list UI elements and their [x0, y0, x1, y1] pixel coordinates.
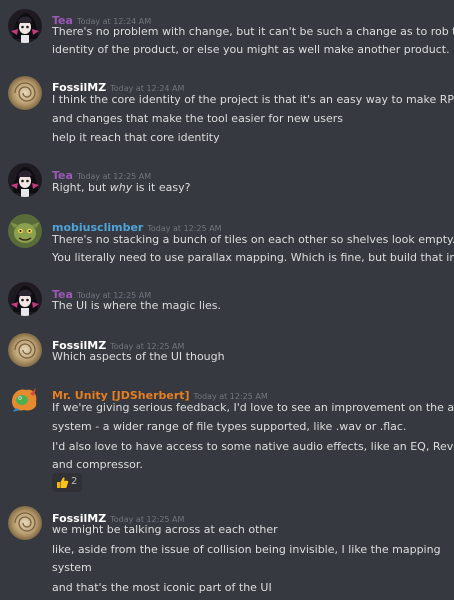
avatar[interactable] [8, 9, 42, 43]
avatar[interactable] [8, 76, 42, 110]
chat-messages: Tea Today at 12:24 AM There's no problem … [0, 0, 454, 600]
message-text: help it reach that core identity [52, 131, 220, 144]
message-text: system [52, 561, 92, 574]
message-text: and that's the most iconic part of the U… [52, 581, 272, 594]
message-header: FossilMZ Today at 12:25 AM [52, 507, 184, 525]
message-text: If we're giving serious feedback, I'd lo… [52, 401, 454, 414]
avatar[interactable] [8, 282, 42, 316]
message-text: identity of the product, or else you mig… [52, 43, 450, 56]
message-text: I'd also love to have access to some nat… [52, 440, 454, 453]
tea-avatar-icon [8, 163, 42, 197]
avatar[interactable] [8, 163, 42, 197]
tea-avatar-icon [8, 9, 42, 43]
message-header: Tea Today at 12:24 AM [52, 9, 151, 27]
message-text: system - a wider range of file types sup… [52, 420, 407, 433]
message-text: There's no stacking a bunch of tiles on … [52, 233, 454, 246]
tea-avatar-icon [8, 282, 42, 316]
timestamp: Today at 12:25 AM [76, 172, 152, 181]
message-text: Which aspects of the UI though [52, 350, 225, 363]
avatar[interactable] [8, 333, 42, 367]
thumbs-up-icon [56, 476, 69, 492]
message-text: There's no problem with change, but it c… [52, 25, 454, 38]
message-text: The UI is where the magic lies. [52, 299, 222, 312]
text-segment: is it easy? [132, 181, 191, 194]
fossil-avatar-icon [8, 76, 42, 110]
italic-text: why [109, 181, 133, 194]
message-text: and compressor. [52, 458, 143, 471]
avatar[interactable] [8, 506, 42, 540]
fossil-avatar-icon [8, 506, 42, 540]
text-segment: Right, but [52, 181, 110, 194]
message-text: You literally need to use parallax mappi… [52, 251, 454, 264]
timestamp: Today at 12:25 AM [147, 224, 222, 233]
message-text: we might be talking across at each other [52, 523, 278, 536]
reaction-thumbs-up[interactable]: 2 [52, 473, 82, 492]
message-text: and changes that make the tool easier fo… [52, 112, 343, 125]
fossil-avatar-icon [8, 333, 42, 367]
message-header: FossilMZ Today at 12:24 AM [52, 76, 185, 94]
message-header: Mr. Unity [JDSherbert] Today at 12:25 AM [52, 384, 268, 402]
message-text: I think the core identity of the project… [52, 93, 454, 106]
message-header: Tea Today at 12:25 AM [52, 164, 152, 182]
message-text: like, aside from the issue of collision … [52, 543, 441, 556]
mobius-avatar-icon [8, 214, 42, 248]
avatar[interactable] [8, 214, 42, 248]
reaction-count: 2 [71, 476, 78, 487]
timestamp: Today at 12:25 AM [193, 392, 268, 401]
avatar[interactable] [8, 382, 42, 416]
message-header: Tea Today at 12:25 AM [52, 283, 151, 301]
message-text: Right, but why is it easy? [52, 181, 190, 195]
unity-avatar-icon [8, 382, 42, 416]
message-header: mobiusclimber Today at 12:25 AM [52, 216, 222, 234]
timestamp: Today at 12:24 AM [110, 84, 185, 93]
message-header: FossilMZ Today at 12:25 AM [52, 334, 184, 352]
